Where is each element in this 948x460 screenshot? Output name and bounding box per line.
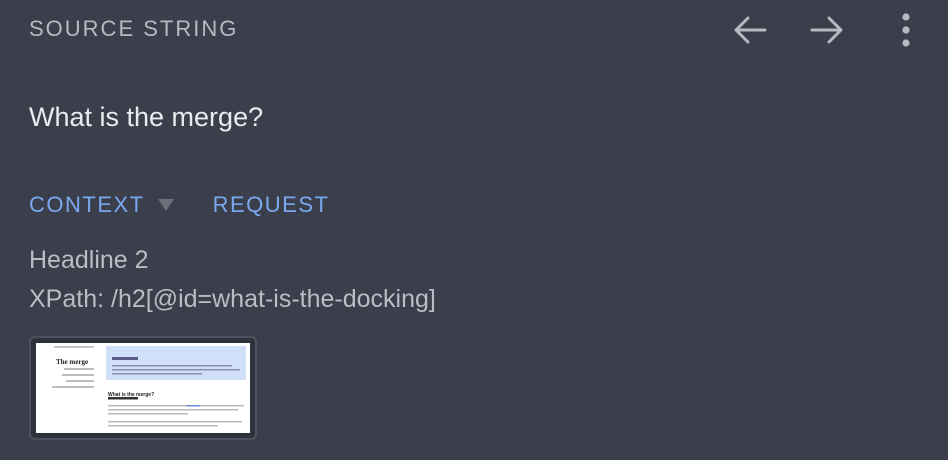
- tab-request[interactable]: REQUEST: [213, 192, 330, 218]
- element-type-label: Headline 2: [29, 246, 149, 274]
- screenshot-preview: The merge What is the merge?: [36, 343, 250, 433]
- arrow-left-icon: [734, 16, 767, 44]
- xpath-label: XPath: /h2[@id=what-is-the-docking]: [29, 285, 436, 313]
- context-tabs: CONTEXT REQUEST: [29, 192, 329, 218]
- more-options-button[interactable]: [884, 10, 928, 50]
- next-button[interactable]: [805, 10, 849, 50]
- header-title: SOURCE STRING: [29, 16, 239, 41]
- source-string-text: What is the merge?: [29, 102, 264, 132]
- screenshot-page-title: The merge: [56, 358, 89, 366]
- context-dropdown-caret[interactable]: [157, 198, 175, 212]
- tab-context[interactable]: CONTEXT: [29, 192, 145, 218]
- caret-down-icon: [157, 199, 174, 211]
- context-screenshot-thumbnail[interactable]: The merge What is the merge?: [29, 336, 257, 440]
- screenshot-image: [36, 343, 250, 433]
- more-vertical-icon: [902, 13, 910, 47]
- screenshot-hero-heading: What is the merge?: [108, 392, 155, 398]
- previous-button[interactable]: [728, 10, 772, 50]
- arrow-right-icon: [810, 16, 843, 44]
